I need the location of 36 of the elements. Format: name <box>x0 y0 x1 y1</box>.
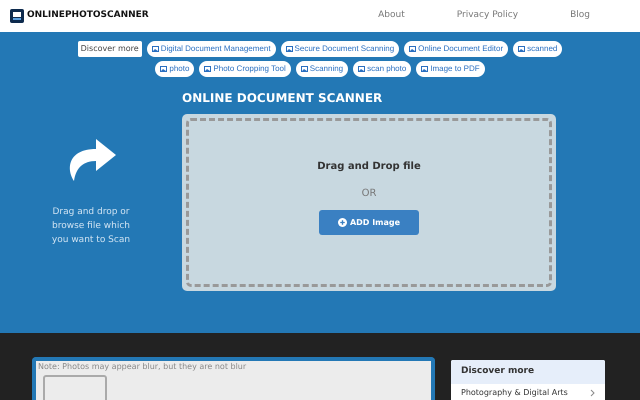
page-title: ONLINE DOCUMENT SCANNER <box>182 90 384 107</box>
topic-tag[interactable]: Scanning <box>296 61 348 77</box>
topic-tag[interactable]: scan photo <box>353 61 412 77</box>
topic-tag[interactable]: Secure Document Scanning <box>280 41 400 57</box>
discover-label: Discover more <box>78 41 142 57</box>
topic-tag[interactable]: scanned <box>513 41 562 57</box>
topic-tag[interactable]: Online Document Editor <box>404 41 508 57</box>
image-icon <box>300 66 308 72</box>
chevron-icon <box>590 389 595 397</box>
drop-zone[interactable]: Drag and Drop file OR ADD Image <box>182 114 556 291</box>
image-icon <box>358 66 366 72</box>
image-icon <box>409 46 416 52</box>
drag-hint: Drag and drop or browse file which you want to Scan <box>50 206 132 247</box>
add-image-button[interactable]: ADD Image <box>319 210 419 235</box>
topic-tag[interactable]: Digital Document Management <box>146 41 276 57</box>
nav-link[interactable]: About <box>378 9 405 23</box>
image-icon <box>286 46 293 52</box>
blur-note: Note: Photos may appear blur, but they are not blur <box>38 361 248 373</box>
image-icon <box>160 66 168 72</box>
nav-link[interactable]: Privacy Policy <box>456 9 518 23</box>
nav-link[interactable]: Blog <box>570 9 590 23</box>
drop-title: Drag and Drop file <box>317 160 421 174</box>
plus-circle-icon <box>338 218 347 227</box>
topic-tag[interactable]: Photo Cropping Tool <box>199 61 291 77</box>
image-icon <box>152 46 159 52</box>
image-icon <box>204 66 212 72</box>
image-icon <box>518 46 526 52</box>
topic-tag[interactable]: photo <box>155 61 194 77</box>
logo-icon <box>10 9 24 23</box>
card-title: Discover more <box>461 365 534 378</box>
or-text: OR <box>362 187 376 201</box>
discover-link[interactable]: Photography & Digital Arts <box>451 384 605 400</box>
topic-tag[interactable]: Image to PDF <box>416 61 485 77</box>
image-icon <box>421 66 428 72</box>
logo-text: ONLINEPHOTOSCANNER <box>27 9 149 22</box>
photo-thumbnail <box>43 375 107 400</box>
